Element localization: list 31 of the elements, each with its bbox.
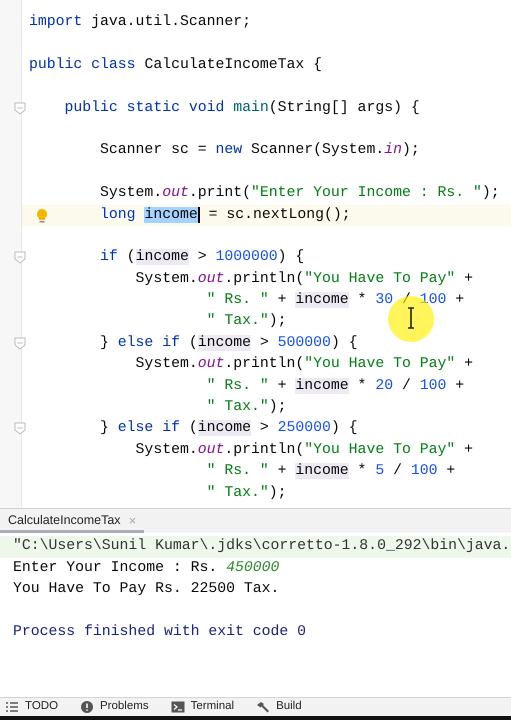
warning-icon (80, 700, 94, 714)
console-line: Enter Your Income : Rs. 450000 (13, 560, 280, 576)
code-line: import java.util.Scanner; (29, 14, 251, 30)
code-line: if (income > 1000000) { (99, 249, 304, 266)
code-line: System.out.println("You Have To Pay" + (134, 270, 473, 287)
code-line: " Rs. " + income * 30 / 100 + (206, 292, 464, 308)
code-line: " Tax."); (206, 399, 287, 416)
code-line: " Rs. " + income * 5 / 100 + (206, 463, 456, 480)
code-line: } else if (income > 500000) { (99, 334, 358, 351)
code-line: } else if (income > 250000) { (99, 420, 358, 436)
console-line: "C:\Users\Sunil Kumar\.jdks\corretto-1.8.0_292\bin\java. (13, 538, 510, 554)
code-line: " Tax."); (206, 313, 287, 330)
code-line: " Rs. " + income * 20 / 100 + (206, 378, 464, 394)
code-line: System.out.println("You Have To Pay" + (134, 356, 473, 372)
list-icon (5, 700, 19, 714)
text-cursor-icon (406, 307, 416, 329)
hammer-icon (256, 700, 270, 714)
code-line: long income = sc.nextLong(); (99, 206, 351, 223)
code-line: System.out.println("You Have To Pay" + (134, 442, 473, 458)
code-line: " Tax."); (206, 484, 287, 501)
code-line: Scanner sc = new Scanner(System.in); (99, 142, 420, 158)
terminal-icon (170, 700, 185, 714)
tool-window-button[interactable]: TODO (3, 698, 60, 716)
code-line: public class CalculateIncomeTax { (29, 56, 322, 73)
console-line: You Have To Pay Rs. 22500 Tax. (13, 581, 280, 597)
tool-window-button[interactable]: Problems (78, 698, 151, 716)
tool-window-button[interactable]: Build (254, 698, 304, 716)
console-line: Process finished with exit code 0 (13, 624, 306, 640)
tool-window-button[interactable]: Terminal (168, 698, 236, 716)
code-line: public static void main(String[] args) { (64, 100, 420, 116)
code-line: System.out.print("Enter Your Income : Rs. "); (99, 185, 500, 202)
